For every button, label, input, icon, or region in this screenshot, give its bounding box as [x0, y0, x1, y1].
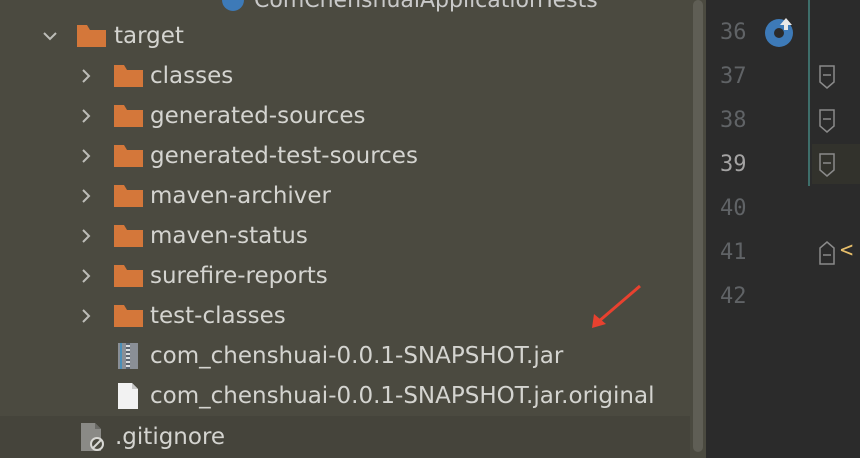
folder-icon: [114, 265, 143, 287]
scrollbar-thumb[interactable]: [693, 0, 703, 452]
folder-icon: [114, 145, 143, 167]
tree-item-original-file[interactable]: com_chenshuai-0.0.1-SNAPSHOT.jar.origina…: [0, 376, 706, 416]
tree-item-label: classes: [150, 63, 234, 89]
folder-icon: [114, 225, 143, 247]
line-number: 36: [720, 20, 747, 45]
chevron-right-icon[interactable]: [76, 186, 96, 206]
tree-item-label: com_chenshuai-0.0.1-SNAPSHOT.jar.origina…: [150, 383, 655, 409]
tree-item-label: test-classes: [150, 303, 286, 329]
ignored-file-icon: [81, 423, 105, 451]
chevron-right-icon[interactable]: [76, 106, 96, 126]
tree-item-label: generated-test-sources: [150, 143, 418, 169]
folder-icon: [114, 65, 143, 87]
folder-icon: [77, 25, 106, 47]
line-number: 37: [720, 64, 747, 89]
tree-item-folder[interactable]: classes: [0, 56, 706, 96]
folder-icon: [114, 105, 143, 127]
tree-item-folder[interactable]: generated-sources: [0, 96, 706, 136]
line-number: 40: [720, 196, 747, 221]
tree-item-gitignore[interactable]: .gitignore: [0, 417, 706, 457]
tree-item-target[interactable]: target: [0, 16, 706, 56]
tree-item-folder[interactable]: maven-archiver: [0, 176, 706, 216]
tree-item-label: generated-sources: [150, 103, 366, 129]
tree-item-label: .gitignore: [115, 424, 226, 450]
jar-archive-icon: [118, 343, 138, 369]
line-number-current: 39: [720, 152, 747, 177]
tree-item-label: maven-archiver: [150, 183, 332, 209]
folder-icon: [114, 185, 143, 207]
line-number: 41: [720, 240, 747, 265]
chevron-right-icon[interactable]: [76, 66, 96, 86]
tree-item-folder[interactable]: maven-status: [0, 216, 706, 256]
chevron-right-icon[interactable]: [76, 266, 96, 286]
run-gutter-icon[interactable]: [764, 16, 796, 52]
fold-marker-icon[interactable]: [818, 240, 836, 270]
line-number: 38: [720, 108, 747, 133]
code-fragment[interactable]: <: [840, 238, 853, 263]
text-file-icon: [118, 383, 138, 409]
tree-item-label: ComChenshuaiApplicationTests: [254, 0, 598, 13]
tree-item-jar-file[interactable]: com_chenshuai-0.0.1-SNAPSHOT.jar: [0, 336, 706, 376]
chevron-right-icon[interactable]: [76, 226, 96, 246]
project-tree-panel: ComChenshuaiApplicationTests target clas…: [0, 0, 706, 458]
fold-marker-icon[interactable]: [818, 152, 836, 182]
chevron-right-icon[interactable]: [76, 306, 96, 326]
folder-icon: [114, 305, 143, 327]
tree-item-label: target: [114, 23, 184, 49]
tree-item-partial-test-class[interactable]: ComChenshuaiApplicationTests: [222, 0, 598, 14]
tree-item-label: com_chenshuai-0.0.1-SNAPSHOT.jar: [150, 343, 564, 369]
fold-marker-icon[interactable]: [818, 108, 836, 138]
tree-item-label: maven-status: [150, 223, 308, 249]
fold-marker-icon[interactable]: [818, 64, 836, 94]
chevron-down-icon[interactable]: [40, 26, 60, 46]
annotation-arrow-icon: [592, 284, 641, 328]
gutter-change-marker: [808, 0, 810, 186]
chevron-right-icon[interactable]: [76, 146, 96, 166]
tree-item-folder[interactable]: generated-test-sources: [0, 136, 706, 176]
class-icon: [222, 0, 244, 11]
tree-item-label: surefire-reports: [150, 263, 328, 289]
line-number: 42: [720, 284, 747, 309]
